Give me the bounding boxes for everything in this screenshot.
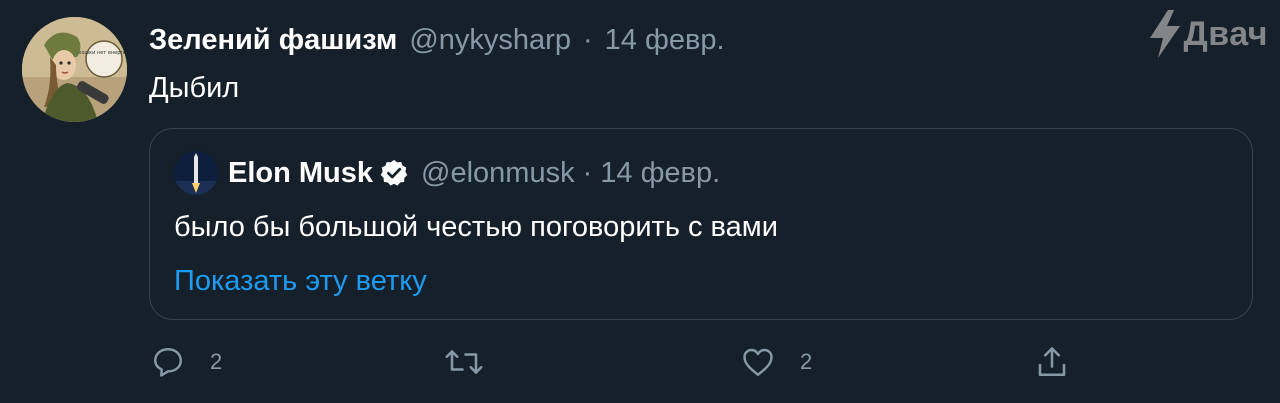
rocket-launch-image [174,151,218,195]
lightning-icon [1149,10,1180,58]
avatar[interactable]: кошки нет енергий [22,17,127,122]
tweet-header: Зелений фашизм @nykysharp · 14 февр. [149,22,725,58]
retweet-button[interactable] [444,344,484,380]
tweet-actions: 2 2 [0,344,1280,388]
watermark: Двач [1148,10,1268,58]
show-thread-link[interactable]: Показать эту ветку [174,263,427,299]
quoted-avatar[interactable] [174,151,218,195]
display-name[interactable]: Зелений фашизм [149,24,397,57]
quoted-tweet-header: Elon Musk @elonmusk · 14 февр. [174,151,720,195]
retweet-icon [445,350,483,374]
user-handle[interactable]: @nykysharp [409,24,571,57]
quoted-user-handle[interactable]: @elonmusk [421,157,575,190]
verified-badge-icon [379,158,409,188]
tweet-date[interactable]: 14 февр. [605,24,725,57]
share-button[interactable] [1034,344,1070,380]
quoted-tweet-date[interactable]: 14 февр. [600,157,720,190]
quoted-tweet[interactable]: Elon Musk @elonmusk · 14 февр. было бы б… [149,128,1253,320]
quoted-separator-dot: · [582,156,593,189]
watermark-text: Двач [1183,14,1268,53]
like-button[interactable]: 2 [740,344,812,380]
heart-icon [743,348,773,376]
quoted-display-name[interactable]: Elon Musk [228,157,373,190]
tweet-text: Дыбил [149,72,240,104]
share-icon [1038,347,1066,377]
quoted-tweet-text: было бы большой честью поговорить с вами [174,211,778,243]
separator-dot: · [582,23,593,56]
reply-icon [154,348,182,377]
reply-button[interactable]: 2 [150,344,222,380]
avatar-badge-text: кошки нет енергий [78,49,127,56]
reply-count: 2 [210,349,223,374]
avatar-image: кошки нет енергий [22,17,127,122]
tweet[interactable]: кошки нет енергий Зелений фашизм @nykysh… [0,0,1280,403]
like-count: 2 [800,349,813,374]
